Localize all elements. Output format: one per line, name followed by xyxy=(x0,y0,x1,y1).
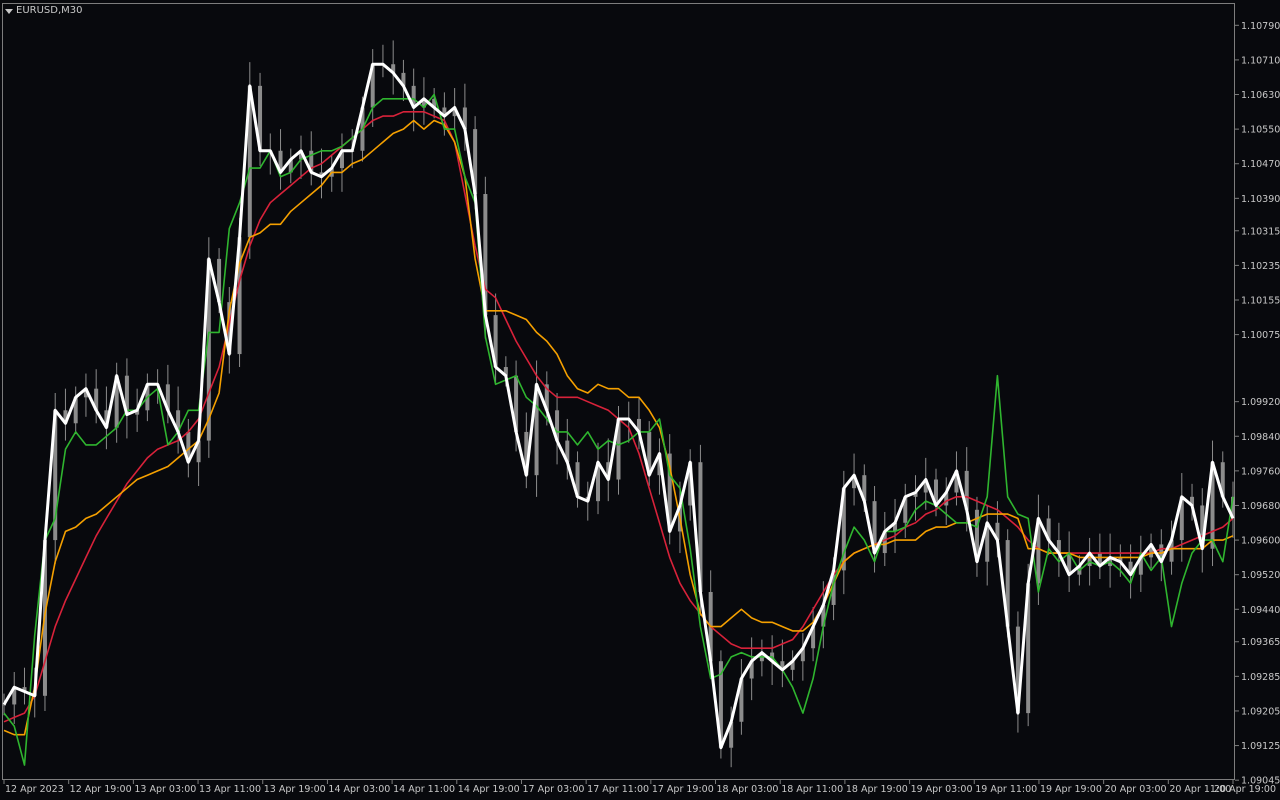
price-tick-label: 1.09205 xyxy=(1241,706,1280,717)
time-tick-label: 13 Apr 19:00 xyxy=(264,784,326,795)
price-tick-label: 1.10075 xyxy=(1241,330,1280,341)
price-tick-label: 1.10155 xyxy=(1241,295,1280,306)
price-tick-label: 1.10390 xyxy=(1241,194,1280,205)
price-chart[interactable]: 1.10790 1.10710 1.10630 1.10550 1.10470 1.103… xyxy=(0,0,1280,800)
time-tick-label: 13 Apr 11:00 xyxy=(199,784,261,795)
price-axis: 1.10790 1.10710 1.10630 1.10550 1.10470 1.103… xyxy=(1235,21,1280,787)
time-tick-label: 18 Apr 03:00 xyxy=(717,784,779,795)
price-tick-label: 1.09600 xyxy=(1241,536,1280,547)
price-tick-label: 1.09760 xyxy=(1241,466,1280,477)
price-tick-label: 1.09680 xyxy=(1241,501,1280,512)
price-tick-label: 1.10235 xyxy=(1241,261,1280,272)
time-tick-label: 13 Apr 03:00 xyxy=(134,784,196,795)
time-tick-label: 19 Apr 11:00 xyxy=(975,784,1037,795)
time-tick-label: 14 Apr 11:00 xyxy=(393,784,455,795)
time-tick-label: 20 Apr 19:00 xyxy=(1214,784,1276,795)
candles-layer xyxy=(2,40,1235,768)
symbol-label[interactable]: EURUSD,M30 xyxy=(5,4,82,18)
time-tick-label: 17 Apr 03:00 xyxy=(522,784,584,795)
time-tick-label: 19 Apr 03:00 xyxy=(911,784,973,795)
chart-window[interactable]: EURUSD,M30 1.10790 1.10710 1.10630 1.10550 1… xyxy=(0,0,1280,800)
symbol-text: EURUSD,M30 xyxy=(16,5,83,16)
time-tick-label: 14 Apr 19:00 xyxy=(458,784,520,795)
price-tick-label: 1.10630 xyxy=(1241,90,1280,101)
time-tick-label: 18 Apr 19:00 xyxy=(846,784,908,795)
time-tick-label: 19 Apr 19:00 xyxy=(1040,784,1102,795)
price-tick-label: 1.10315 xyxy=(1241,226,1280,237)
price-tick-label: 1.09365 xyxy=(1241,637,1280,648)
price-tick-label: 1.09920 xyxy=(1241,397,1280,408)
price-tick-label: 1.09125 xyxy=(1241,741,1280,752)
price-tick-label: 1.10710 xyxy=(1241,55,1280,66)
price-tick-label: 1.10550 xyxy=(1241,125,1280,136)
price-series-line xyxy=(2,62,1235,750)
dropdown-triangle-icon[interactable] xyxy=(5,8,13,14)
price-tick-label: 1.09840 xyxy=(1241,432,1280,443)
time-tick-label: 12 Apr 19:00 xyxy=(70,784,132,795)
price-tick-label: 1.09285 xyxy=(1241,672,1280,683)
time-tick-label: 20 Apr 03:00 xyxy=(1105,784,1167,795)
time-tick-label: 12 Apr 2023 xyxy=(5,784,64,795)
time-tick-label: 18 Apr 11:00 xyxy=(781,784,843,795)
time-tick-label: 17 Apr 19:00 xyxy=(652,784,714,795)
price-tick-label: 1.10470 xyxy=(1241,159,1280,170)
time-axis: 12 Apr 2023 12 Apr 19:00 13 Apr 03:00 13 Ap… xyxy=(3,780,1276,795)
time-tick-label: 17 Apr 11:00 xyxy=(587,784,649,795)
price-tick-label: 1.10790 xyxy=(1241,21,1280,32)
price-tick-label: 1.09440 xyxy=(1241,605,1280,616)
time-tick-label: 14 Apr 03:00 xyxy=(328,784,390,795)
price-tick-label: 1.09520 xyxy=(1241,570,1280,581)
